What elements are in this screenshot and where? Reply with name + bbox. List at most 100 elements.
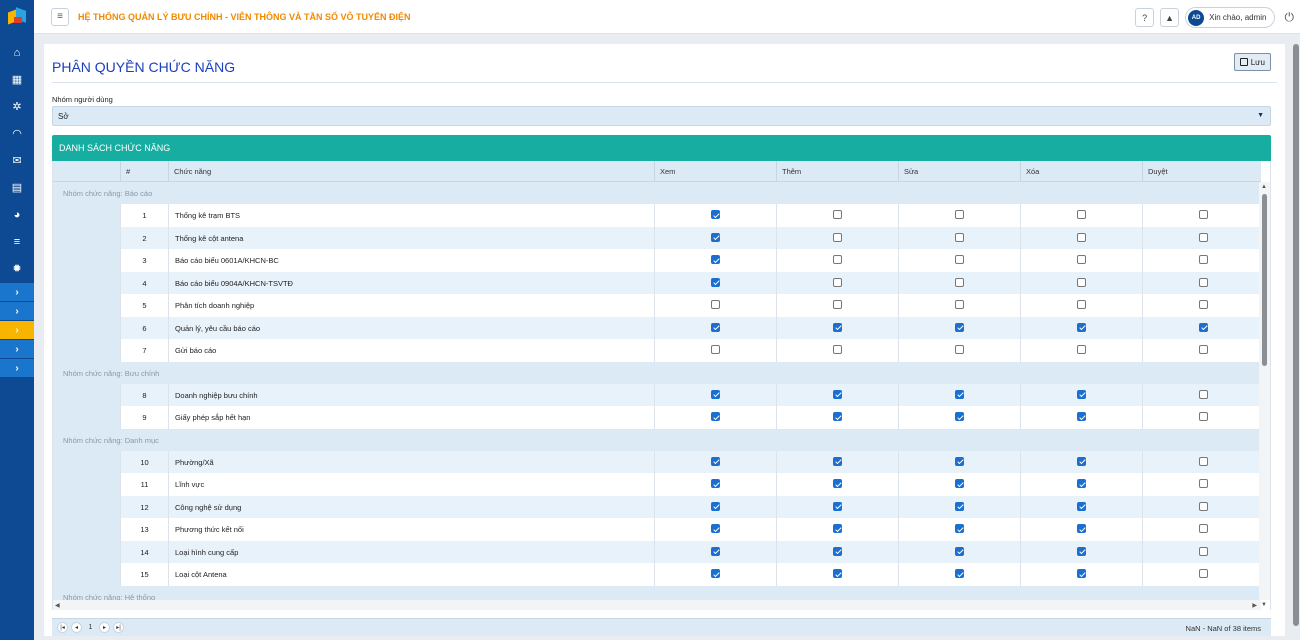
group-row[interactable]: Nhóm chức năng: Danh mục bbox=[53, 428, 1261, 451]
checkbox-edit[interactable] bbox=[955, 501, 964, 511]
checkbox-approve[interactable] bbox=[1199, 255, 1208, 264]
checkbox-edit[interactable] bbox=[955, 300, 964, 309]
network-icon[interactable]: ✲ bbox=[0, 93, 34, 120]
checkbox-edit[interactable] bbox=[955, 524, 964, 533]
checkbox-delete[interactable] bbox=[1077, 501, 1086, 511]
checkbox-delete[interactable] bbox=[1077, 210, 1086, 219]
checkbox-add[interactable] bbox=[833, 546, 842, 556]
map-icon[interactable]: ▦ bbox=[0, 66, 34, 93]
sidebar-expand-3[interactable]: › bbox=[0, 321, 34, 339]
checkbox-view[interactable] bbox=[711, 524, 720, 533]
checkbox-add[interactable] bbox=[833, 569, 842, 578]
checkbox-approve[interactable] bbox=[1199, 345, 1208, 354]
checkbox-edit[interactable] bbox=[955, 210, 964, 219]
checkbox-view[interactable] bbox=[711, 456, 720, 466]
checkbox-add[interactable] bbox=[833, 479, 842, 488]
checkbox-edit[interactable] bbox=[955, 255, 964, 264]
current-page[interactable]: 1 bbox=[85, 622, 96, 633]
checkbox-approve[interactable] bbox=[1199, 210, 1208, 219]
checkbox-add[interactable] bbox=[833, 524, 842, 533]
checkbox-delete[interactable] bbox=[1077, 232, 1086, 242]
checkbox-approve[interactable] bbox=[1199, 277, 1208, 287]
checkbox-add[interactable] bbox=[833, 255, 842, 264]
app-logo[interactable] bbox=[0, 0, 34, 34]
col-header-approve[interactable]: Duyệt bbox=[1142, 161, 1264, 182]
checkbox-view[interactable] bbox=[711, 412, 720, 421]
col-header-delete[interactable]: Xóa bbox=[1020, 161, 1142, 182]
sidebar-expand-1[interactable]: › bbox=[0, 283, 34, 301]
checkbox-edit[interactable] bbox=[955, 546, 964, 556]
checkbox-approve[interactable] bbox=[1199, 232, 1208, 242]
checkbox-delete[interactable] bbox=[1077, 569, 1086, 578]
checkbox-add[interactable] bbox=[833, 456, 842, 466]
notification-button[interactable]: ▲ bbox=[1160, 8, 1180, 27]
checkbox-view[interactable] bbox=[711, 300, 720, 309]
checkbox-approve[interactable] bbox=[1199, 479, 1208, 488]
checkbox-edit[interactable] bbox=[955, 277, 964, 287]
checkbox-view[interactable] bbox=[711, 546, 720, 556]
sidebar-expand-5[interactable]: › bbox=[0, 359, 34, 377]
checkbox-add[interactable] bbox=[833, 322, 842, 332]
checkbox-add[interactable] bbox=[833, 389, 842, 399]
mail-icon[interactable]: ✉ bbox=[0, 147, 34, 174]
checkbox-approve[interactable] bbox=[1199, 389, 1208, 399]
checkbox-add[interactable] bbox=[833, 345, 842, 354]
checkbox-view[interactable] bbox=[711, 501, 720, 511]
wifi-icon[interactable]: ◠ bbox=[0, 120, 34, 147]
menu-toggle-button[interactable]: ≡ bbox=[51, 7, 69, 26]
col-header-view[interactable]: Xem bbox=[654, 161, 776, 182]
checkbox-edit[interactable] bbox=[955, 569, 964, 578]
checkbox-view[interactable] bbox=[711, 210, 720, 219]
checkbox-delete[interactable] bbox=[1077, 546, 1086, 556]
checkbox-delete[interactable] bbox=[1077, 479, 1086, 488]
checkbox-view[interactable] bbox=[711, 232, 720, 242]
checkbox-delete[interactable] bbox=[1077, 456, 1086, 466]
power-icon[interactable]: ⏻ bbox=[1285, 10, 1295, 25]
save-button[interactable]: Lưu bbox=[1233, 53, 1271, 71]
checkbox-add[interactable] bbox=[833, 277, 842, 287]
checkbox-view[interactable] bbox=[711, 569, 720, 578]
checkbox-edit[interactable] bbox=[955, 412, 964, 421]
checkbox-edit[interactable] bbox=[955, 479, 964, 488]
checkbox-view[interactable] bbox=[711, 479, 720, 488]
col-header-add[interactable]: Thêm bbox=[776, 161, 898, 182]
checkbox-add[interactable] bbox=[833, 232, 842, 242]
checkbox-add[interactable] bbox=[833, 412, 842, 421]
checkbox-add[interactable] bbox=[833, 501, 842, 511]
checkbox-view[interactable] bbox=[711, 255, 720, 264]
checkbox-edit[interactable] bbox=[955, 456, 964, 466]
checkbox-approve[interactable] bbox=[1199, 456, 1208, 466]
pie-chart-icon[interactable]: ◕ bbox=[0, 201, 34, 228]
group-row[interactable]: Nhóm chức năng: Báo cáo bbox=[53, 182, 1261, 204]
page-scroll-thumb[interactable] bbox=[1293, 44, 1299, 626]
home-icon[interactable]: ⌂ bbox=[0, 39, 34, 66]
checkbox-approve[interactable] bbox=[1199, 569, 1208, 578]
checkbox-approve[interactable] bbox=[1199, 501, 1208, 511]
help-button[interactable]: ? bbox=[1135, 8, 1155, 27]
page-scrollbar[interactable] bbox=[1291, 34, 1300, 640]
first-page-button[interactable]: |◂ bbox=[57, 622, 68, 633]
checkbox-delete[interactable] bbox=[1077, 300, 1086, 309]
checkbox-add[interactable] bbox=[833, 300, 842, 309]
scroll-up-icon[interactable]: ▲ bbox=[1261, 184, 1267, 190]
checkbox-edit[interactable] bbox=[955, 322, 964, 332]
checkbox-view[interactable] bbox=[711, 277, 720, 287]
checkbox-add[interactable] bbox=[833, 210, 842, 219]
checkbox-approve[interactable] bbox=[1199, 546, 1208, 556]
checkbox-edit[interactable] bbox=[955, 345, 964, 354]
checkbox-approve[interactable] bbox=[1199, 412, 1208, 421]
scroll-down-icon[interactable]: ▼ bbox=[1261, 602, 1267, 608]
checkbox-edit[interactable] bbox=[955, 389, 964, 399]
gear-icon[interactable]: ✹ bbox=[0, 255, 34, 282]
checkbox-view[interactable] bbox=[711, 389, 720, 399]
checkbox-edit[interactable] bbox=[955, 232, 964, 242]
col-header-function[interactable]: Chức năng bbox=[168, 161, 654, 182]
checkbox-approve[interactable] bbox=[1199, 322, 1208, 332]
checkbox-approve[interactable] bbox=[1199, 300, 1208, 309]
user-group-select[interactable]: Sở ▼ bbox=[52, 106, 1271, 126]
col-header-num[interactable]: # bbox=[120, 161, 168, 182]
list-icon[interactable]: ≡ bbox=[0, 228, 34, 255]
grid-horizontal-scrollbar[interactable]: ◀ ▶ bbox=[53, 600, 1261, 610]
grid-vertical-scrollbar[interactable]: ▲ ▼ bbox=[1259, 182, 1270, 608]
scroll-thumb[interactable] bbox=[1262, 194, 1267, 366]
